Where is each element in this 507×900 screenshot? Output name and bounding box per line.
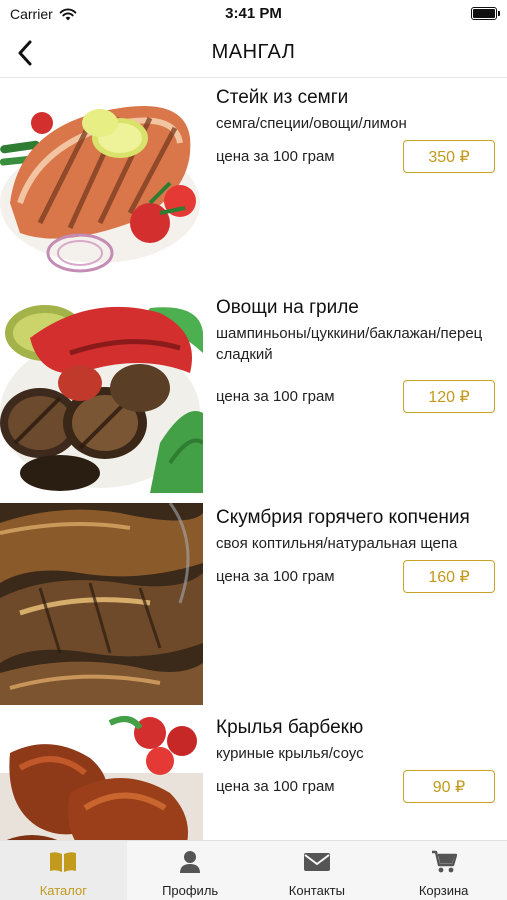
product-item[interactable]: Скумбрия горячего копчения своя коптильн… [0,499,507,709]
person-icon [179,850,201,874]
tab-catalog[interactable]: Каталог [0,841,127,900]
status-time: 3:41 PM [225,5,282,22]
price-label: цена за 100 грам [216,388,335,405]
tab-label: Каталог [39,883,87,898]
product-item[interactable]: Овощи на гриле шампиньоны/цуккини/баклаж… [0,289,507,499]
product-name: Стейк из семги [216,87,349,108]
product-description: своя коптильня/натуральная щепа [216,535,458,552]
product-name: Овощи на гриле [216,297,359,318]
tab-profile[interactable]: Профиль [127,841,254,900]
tab-label: Профиль [162,883,219,898]
product-image-salmon-steak [0,83,203,285]
price-button[interactable]: 120 ₽ [403,380,495,413]
cart-icon [431,850,457,874]
price-label: цена за 100 грам [216,568,335,585]
tab-contacts[interactable]: Контакты [254,841,381,900]
product-description: шампиньоны/цуккини/баклажан/перец сладки… [216,325,483,363]
price-button[interactable]: 160 ₽ [403,560,495,593]
tab-label: Корзина [418,883,469,898]
price-label: цена за 100 грам [216,148,335,165]
product-image-smoked-mackerel [0,503,203,705]
product-description: семга/специи/овощи/лимон [216,115,407,132]
product-name: Скумбрия горячего копчения [216,507,470,528]
navigation-bar: МАНГАЛ [0,28,507,78]
product-image-bbq-wings [0,713,203,840]
product-item[interactable]: Стейк из семги семга/специи/овощи/лимон … [0,79,507,289]
price-label: цена за 100 грам [216,778,335,795]
page-title: МАНГАЛ [211,41,296,63]
envelope-icon [303,850,330,874]
product-image-grilled-vegetables [0,293,203,495]
product-list[interactable]: Стейк из семги семга/специи/овощи/лимон … [0,79,507,840]
book-icon [49,850,77,874]
status-bar: Carrier 3:41 PM [0,0,507,28]
product-name: Крылья барбекю [216,717,364,738]
tab-bar: Каталог Профиль Контакты Корзина [0,840,507,900]
price-button[interactable]: 90 ₽ [403,770,495,803]
tab-cart[interactable]: Корзина [380,841,507,900]
product-item[interactable]: Крылья барбекю куриные крылья/соус цена … [0,709,507,840]
price-button[interactable]: 350 ₽ [403,140,495,173]
tab-label: Контакты [288,883,345,898]
product-description: куриные крылья/соус [216,745,364,762]
battery-icon [471,7,500,20]
